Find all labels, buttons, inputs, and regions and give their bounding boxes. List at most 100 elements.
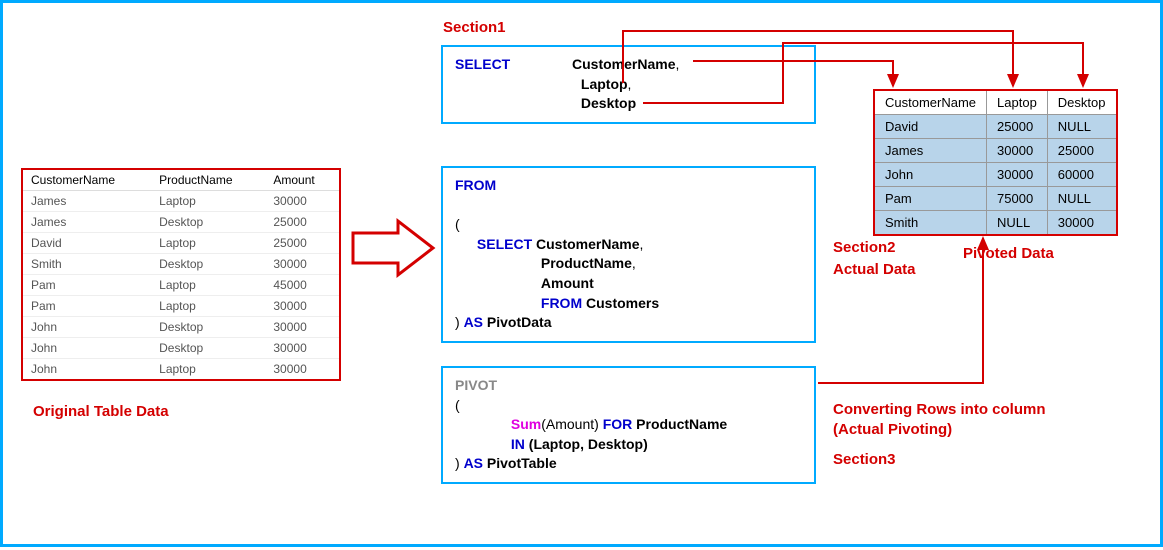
table-cell: Laptop xyxy=(151,275,265,296)
for-col: ProductName xyxy=(636,416,727,432)
code-box-from: FROM ( SELECT CustomerName, ProductName,… xyxy=(441,166,816,343)
code-box-select: SELECT CustomerName, Laptop, Desktop xyxy=(441,45,816,124)
table-cell: David xyxy=(874,115,987,139)
table-row: James3000025000 xyxy=(874,139,1117,163)
table-cell: 30000 xyxy=(265,191,340,212)
table-cell: 30000 xyxy=(987,139,1048,163)
table-row: JohnLaptop30000 xyxy=(22,359,340,381)
table-row: SmithDesktop30000 xyxy=(22,254,340,275)
table-row: JamesLaptop30000 xyxy=(22,191,340,212)
label-section3-2: (Actual Pivoting) xyxy=(833,421,952,438)
table-row: DavidLaptop25000 xyxy=(22,233,340,254)
table-header: ProductName xyxy=(151,169,265,191)
table-cell: James xyxy=(22,212,151,233)
table-row: JohnDesktop30000 xyxy=(22,317,340,338)
table-cell: 30000 xyxy=(265,359,340,381)
table-header: Desktop xyxy=(1047,90,1116,115)
table-cell: 75000 xyxy=(987,187,1048,211)
table-cell: John xyxy=(22,338,151,359)
table-cell: 25000 xyxy=(265,212,340,233)
table-cell: 30000 xyxy=(1047,211,1116,236)
table-cell: 30000 xyxy=(265,296,340,317)
table-cell: Pam xyxy=(22,296,151,317)
original-table: CustomerNameProductNameAmount JamesLapto… xyxy=(21,168,341,381)
pivottable: PivotTable xyxy=(487,455,557,471)
table-row: PamLaptop45000 xyxy=(22,275,340,296)
select-col1: CustomerName xyxy=(572,56,675,72)
table-cell: 25000 xyxy=(1047,139,1116,163)
sum-arg: (Amount) xyxy=(541,416,599,432)
table-cell: NULL xyxy=(1047,187,1116,211)
label-section3-1: Converting Rows into column xyxy=(833,401,1046,418)
inner-col3: Amount xyxy=(541,275,594,291)
table-cell: Laptop xyxy=(151,233,265,254)
table-cell: NULL xyxy=(1047,115,1116,139)
table-cell: 30000 xyxy=(987,163,1048,187)
table-row: JohnDesktop30000 xyxy=(22,338,340,359)
table-header: CustomerName xyxy=(874,90,987,115)
table-cell: Pam xyxy=(874,187,987,211)
select-col3: Desktop xyxy=(581,95,636,111)
table-cell: Laptop xyxy=(151,359,265,381)
label-section2-1: Section2 xyxy=(833,239,896,256)
label-section3-3: Section3 xyxy=(833,451,896,468)
paren-open: ( xyxy=(455,216,460,232)
kw-select: SELECT xyxy=(455,56,510,72)
as-kw-1: AS xyxy=(464,314,483,330)
table-cell: Desktop xyxy=(151,212,265,233)
inner-from-tbl: Customers xyxy=(586,295,659,311)
table-row: SmithNULL30000 xyxy=(874,211,1117,236)
table-cell: Desktop xyxy=(151,254,265,275)
inner-from: FROM xyxy=(541,295,582,311)
table-cell: Smith xyxy=(874,211,987,236)
table-cell: Laptop xyxy=(151,296,265,317)
pivoted-table: CustomerNameLaptopDesktop David25000NULL… xyxy=(873,89,1118,236)
table-row: PamLaptop30000 xyxy=(22,296,340,317)
table-cell: NULL xyxy=(987,211,1048,236)
in-kw: IN xyxy=(511,436,525,452)
table-cell: 30000 xyxy=(265,338,340,359)
table-cell: Smith xyxy=(22,254,151,275)
inner-col2: ProductName xyxy=(541,255,632,271)
table-header: Amount xyxy=(265,169,340,191)
as-kw-2: AS xyxy=(464,455,483,471)
table-cell: John xyxy=(874,163,987,187)
label-pivoted: Pivoted Data xyxy=(963,245,1054,262)
kw-from: FROM xyxy=(455,177,496,193)
table-header: Laptop xyxy=(987,90,1048,115)
inner-select: SELECT xyxy=(477,236,532,252)
label-section1: Section1 xyxy=(443,19,506,36)
table-cell: 25000 xyxy=(987,115,1048,139)
table-cell: Laptop xyxy=(151,191,265,212)
table-cell: John xyxy=(22,317,151,338)
table-cell: 60000 xyxy=(1047,163,1116,187)
block-arrow-icon xyxy=(353,221,433,275)
table-row: Pam75000NULL xyxy=(874,187,1117,211)
kw-pivot: PIVOT xyxy=(455,377,497,393)
code-box-pivot: PIVOT ( Sum(Amount) FOR ProductName IN (… xyxy=(441,366,816,484)
table-cell: 30000 xyxy=(265,317,340,338)
diagram-canvas: Section1 SELECT CustomerName, Laptop, De… xyxy=(0,0,1163,547)
table-cell: 45000 xyxy=(265,275,340,296)
arrow-pivot-result xyxy=(818,238,983,383)
table-cell: Desktop xyxy=(151,317,265,338)
table-cell: James xyxy=(874,139,987,163)
select-col2: Laptop xyxy=(581,76,628,92)
table-cell: James xyxy=(22,191,151,212)
table-row: David25000NULL xyxy=(874,115,1117,139)
table-header: CustomerName xyxy=(22,169,151,191)
label-section2-2: Actual Data xyxy=(833,261,916,278)
table-cell: John xyxy=(22,359,151,381)
table-row: JamesDesktop25000 xyxy=(22,212,340,233)
in-vals: (Laptop, Desktop) xyxy=(529,436,648,452)
table-cell: Pam xyxy=(22,275,151,296)
inner-col1: CustomerName xyxy=(536,236,639,252)
label-original: Original Table Data xyxy=(33,403,169,420)
sum-kw: Sum xyxy=(511,416,541,432)
table-row: John3000060000 xyxy=(874,163,1117,187)
pivotdata: PivotData xyxy=(487,314,552,330)
table-cell: 30000 xyxy=(265,254,340,275)
table-cell: 25000 xyxy=(265,233,340,254)
table-cell: Desktop xyxy=(151,338,265,359)
table-cell: David xyxy=(22,233,151,254)
